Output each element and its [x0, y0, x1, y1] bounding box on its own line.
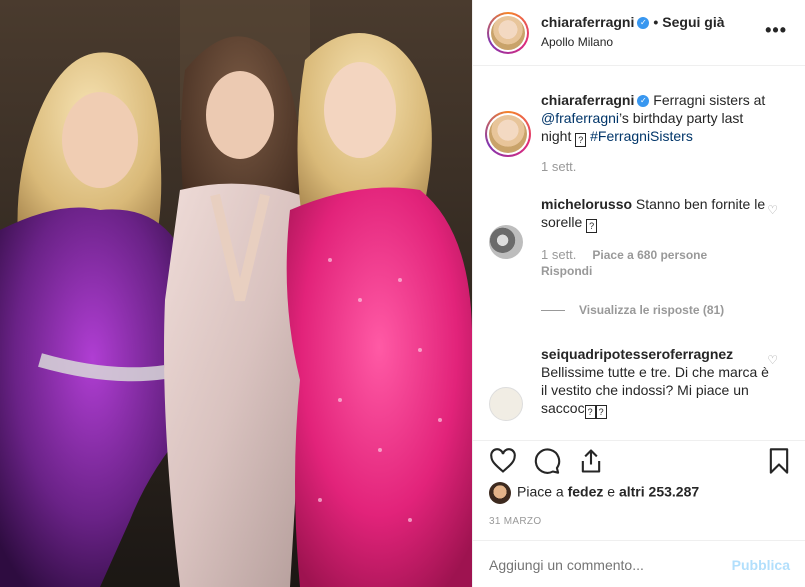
view-replies[interactable]: Visualizza le risposte (81) — [541, 303, 724, 317]
liker-avatar[interactable] — [489, 482, 511, 504]
post-sidebar: chiaraferragni ✓ • Segui già Apollo Milano … — [472, 0, 805, 587]
comment-username[interactable]: seiquadripotesseroferragnez — [541, 346, 733, 362]
separator-dot: • — [653, 14, 659, 30]
caption-avatar[interactable] — [485, 111, 531, 157]
share-icon[interactable] — [577, 447, 605, 475]
action-bar — [473, 440, 805, 480]
publish-button[interactable]: Pubblica — [732, 557, 790, 573]
comment-body: Bellissime tutte e tre. Di che marca è i… — [541, 364, 769, 416]
likes-joiner: e — [603, 483, 619, 500]
comment-like-icon[interactable]: ♡ — [767, 353, 778, 367]
caption-text: chiaraferragni ✓ Ferragni sisters at @fra… — [541, 91, 771, 147]
mention-link[interactable]: @fraferragni — [541, 110, 619, 126]
add-comment-bar: Pubblica — [473, 540, 805, 587]
bookmark-icon[interactable] — [765, 447, 793, 475]
commenter-avatar[interactable] — [489, 387, 523, 421]
caption-time[interactable]: 1 sett. — [541, 159, 576, 174]
heart-icon[interactable] — [489, 447, 517, 475]
replies-dash — [541, 310, 565, 312]
likes-prefix: Piace a — [517, 483, 568, 500]
comment-like-icon[interactable]: ♡ — [767, 203, 778, 217]
more-options-icon[interactable]: ••• — [765, 20, 787, 41]
likes-count[interactable]: altri 253.287 — [619, 484, 699, 500]
verified-icon: ✓ — [637, 17, 650, 30]
author-avatar[interactable] — [487, 12, 529, 54]
photo-illustration — [0, 0, 472, 587]
add-comment-input[interactable] — [489, 557, 709, 573]
reply-button[interactable]: Rispondi — [541, 264, 592, 278]
comment-text: seiquadripotesseroferragnez Bellissime t… — [541, 345, 771, 419]
follow-button[interactable]: Segui già — [662, 14, 724, 30]
view-replies-label: Visualizza le risposte (81) — [579, 303, 725, 317]
hashtag-link[interactable]: #FerragniSisters — [590, 128, 693, 144]
liker-username[interactable]: fedez — [568, 484, 604, 500]
post-photo[interactable] — [0, 0, 472, 587]
likes-summary: Piace a fedez e altri 253.287 — [489, 482, 699, 504]
verified-icon: ✓ — [637, 95, 650, 108]
caption-body-start: Ferragni sisters at — [649, 92, 766, 108]
caption-meta: 1 sett. — [541, 159, 592, 175]
commenter-avatar[interactable] — [489, 225, 523, 259]
emoji-glyph: ? — [584, 405, 596, 419]
comment-username[interactable]: michelorusso — [541, 196, 632, 212]
comments-list[interactable]: chiaraferragni ✓ Ferragni sisters at @fra… — [473, 67, 805, 439]
emoji-glyph: ? — [595, 405, 607, 419]
post-location[interactable]: Apollo Milano — [541, 35, 613, 49]
comment-likes[interactable]: Piace a 680 persone — [592, 248, 707, 262]
comment-time[interactable]: 1 sett. — [541, 247, 576, 262]
comment-text: michelorusso Stanno ben fornite le sorel… — [541, 195, 771, 233]
post-date[interactable]: 31 MARZO — [489, 516, 541, 527]
post-header: chiaraferragni ✓ • Segui già Apollo Milano … — [473, 0, 805, 66]
comment-icon[interactable] — [533, 447, 561, 475]
emoji-glyph: ? — [575, 133, 587, 147]
author-username[interactable]: chiaraferragni — [541, 14, 634, 30]
emoji-glyph: ? — [586, 219, 598, 233]
comment-meta: 1 sett. Piace a 680 persone Rispondi — [541, 247, 707, 279]
author-line: chiaraferragni ✓ • Segui già — [541, 14, 725, 30]
caption-username[interactable]: chiaraferragni — [541, 92, 634, 108]
